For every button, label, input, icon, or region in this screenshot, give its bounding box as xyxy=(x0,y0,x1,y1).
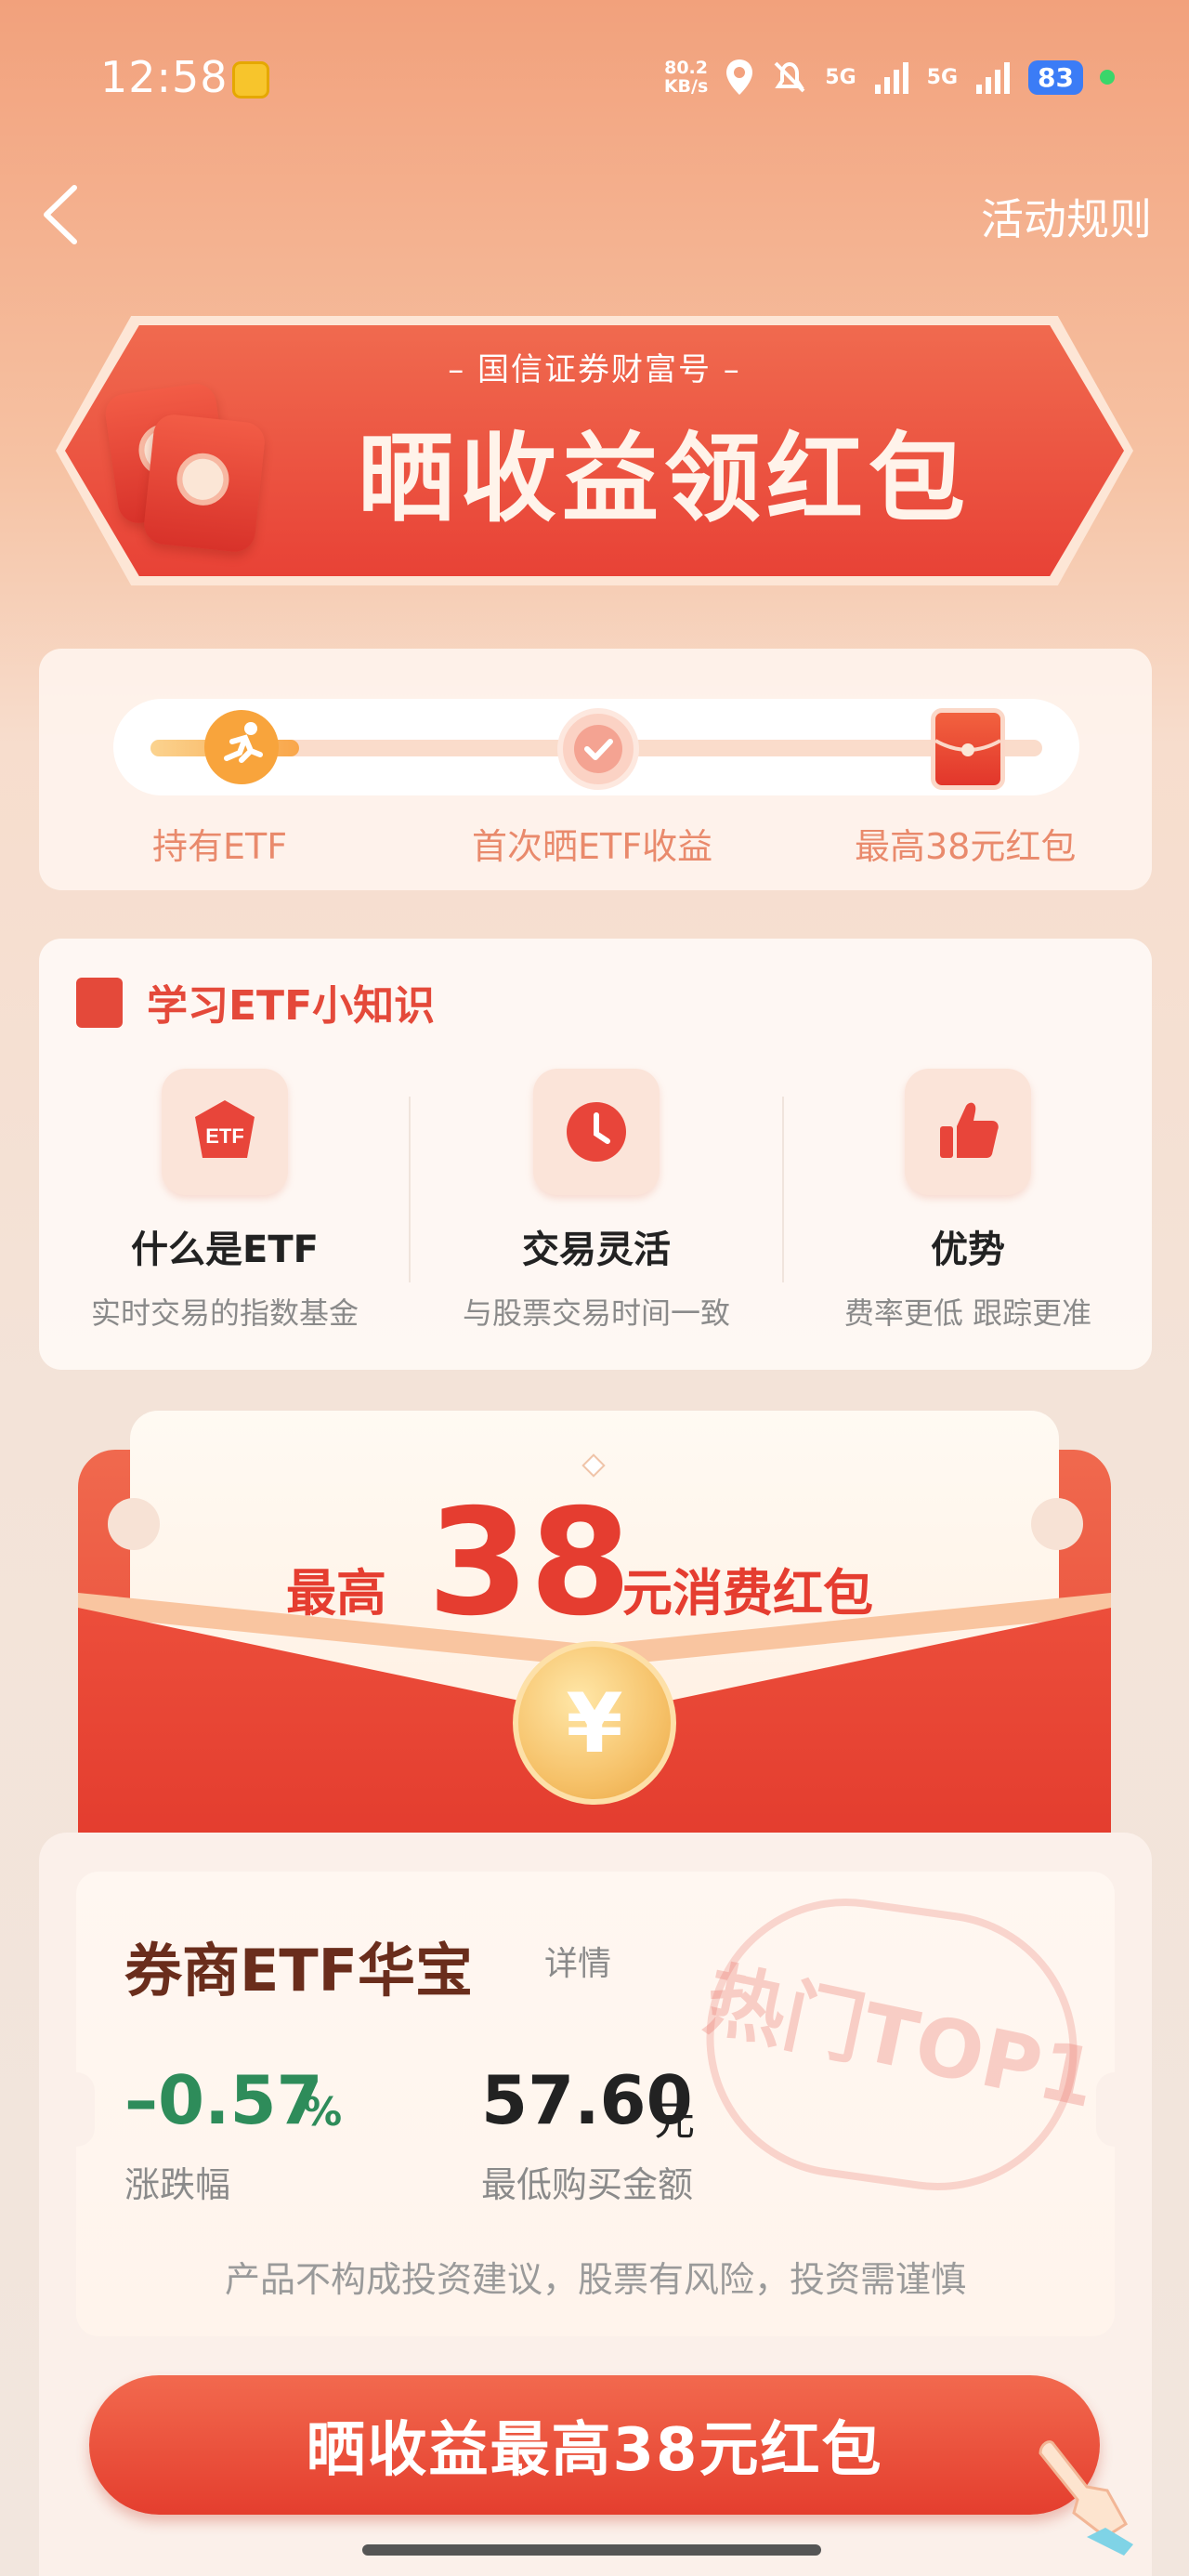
knowledge-title: 学习ETF小知识 xyxy=(147,982,436,1030)
etf-badge-text: ETF xyxy=(205,1124,244,1148)
card-notch-right xyxy=(1096,2072,1133,2147)
knowledge-desc: 费率更低 跟踪更准 xyxy=(843,1295,1092,1331)
active-dot-icon xyxy=(1100,70,1115,85)
envelope-amount: 38 xyxy=(427,1478,632,1649)
banner-subtitle: – 国信证券财富号 – xyxy=(448,351,741,388)
step-label-hold-etf: 持有ETF xyxy=(152,826,288,867)
progress-card: 持有ETF 首次晒ETF收益 最高38元红包 xyxy=(39,649,1152,890)
detail-link[interactable]: 详情 xyxy=(544,1937,611,1985)
progress-track xyxy=(113,699,1079,795)
change-value: –0.57 xyxy=(124,2061,323,2139)
product-name: 券商ETF华宝 xyxy=(124,1937,473,2004)
pointing-hand-icon xyxy=(1039,2440,1133,2556)
card-notch-left xyxy=(58,2072,95,2147)
min-amount-label: 最低购买金额 xyxy=(481,2164,694,2205)
yuan-coin-icon: ¥ xyxy=(513,1641,676,1805)
signal-bars-icon-2 xyxy=(976,62,1011,94)
red-envelope-icon-2 xyxy=(142,413,267,554)
net-speed: 80.2 KB/s xyxy=(664,59,708,96)
signal-5g-icon-2: 5G xyxy=(926,65,959,89)
knowledge-item-advantage[interactable]: 优势 费率更低 跟踪更准 xyxy=(782,1069,1154,1333)
mute-bell-icon xyxy=(774,61,805,93)
location-icon xyxy=(726,59,753,95)
book-icon xyxy=(76,978,123,1028)
step-label-reward: 最高38元红包 xyxy=(855,826,1077,867)
knowledge-item-flexible-trading[interactable]: 交易灵活 与股票交易时间一致 xyxy=(411,1069,782,1333)
min-amount-unit: 元 xyxy=(654,2097,695,2145)
knowledge-item-what-is-etf[interactable]: ETF 什么是ETF 实时交易的指数基金 xyxy=(39,1069,411,1333)
thumbs-up-icon xyxy=(905,1069,1031,1195)
cta-label: 晒收益最高38元红包 xyxy=(306,2416,883,2485)
home-indicator[interactable] xyxy=(362,2544,821,2556)
etf-badge-icon: ETF xyxy=(162,1069,288,1195)
knowledge-name: 优势 xyxy=(931,1229,1005,1271)
hero-banner: – 国信证券财富号 – 晒收益领红包 xyxy=(56,316,1133,585)
envelope-prefix: 最高 xyxy=(286,1564,386,1623)
knowledge-name: 交易灵活 xyxy=(522,1229,671,1271)
status-icons: 80.2 KB/s 5G 5G 83 xyxy=(664,54,1115,100)
net-speed-unit: KB/s xyxy=(663,76,709,97)
knowledge-name: 什么是ETF xyxy=(131,1229,319,1271)
change-label: 涨跌幅 xyxy=(124,2164,231,2205)
etf-knowledge-card: 学习ETF小知识 ETF 什么是ETF 实时交易的指数基金 交易灵活 与股票交易… xyxy=(39,939,1152,1370)
envelope-notch-right xyxy=(1031,1498,1083,1550)
knowledge-desc: 实时交易的指数基金 xyxy=(90,1295,359,1331)
red-envelope-step-icon xyxy=(931,708,1005,790)
knowledge-desc: 与股票交易时间一致 xyxy=(462,1295,730,1331)
check-icon xyxy=(557,708,639,790)
envelope-notch-left xyxy=(108,1498,160,1550)
envelope-suffix: 元消费红包 xyxy=(622,1564,873,1623)
banner-title: 晒收益领红包 xyxy=(357,422,971,535)
signal-5g-icon: 5G xyxy=(825,65,856,89)
signal-bars-icon xyxy=(874,62,908,94)
risk-disclaimer: 产品不构成投资建议，股票有风险，投资需谨慎 xyxy=(224,2259,966,2300)
change-unit: % xyxy=(303,2089,343,2135)
clock-icon xyxy=(533,1069,660,1195)
back-chevron-icon[interactable] xyxy=(37,182,84,247)
net-speed-value: 80.2 xyxy=(664,58,708,78)
activity-rules-link[interactable]: 活动规则 xyxy=(981,186,1152,247)
app-notification-icon xyxy=(232,61,269,99)
battery-icon: 83 xyxy=(1028,59,1083,95)
status-time: 12:58 xyxy=(100,52,229,102)
step-label-share: 首次晒ETF收益 xyxy=(472,826,713,867)
runner-icon xyxy=(204,710,279,784)
share-earnings-button[interactable]: 晒收益最高38元红包 xyxy=(89,2375,1100,2515)
